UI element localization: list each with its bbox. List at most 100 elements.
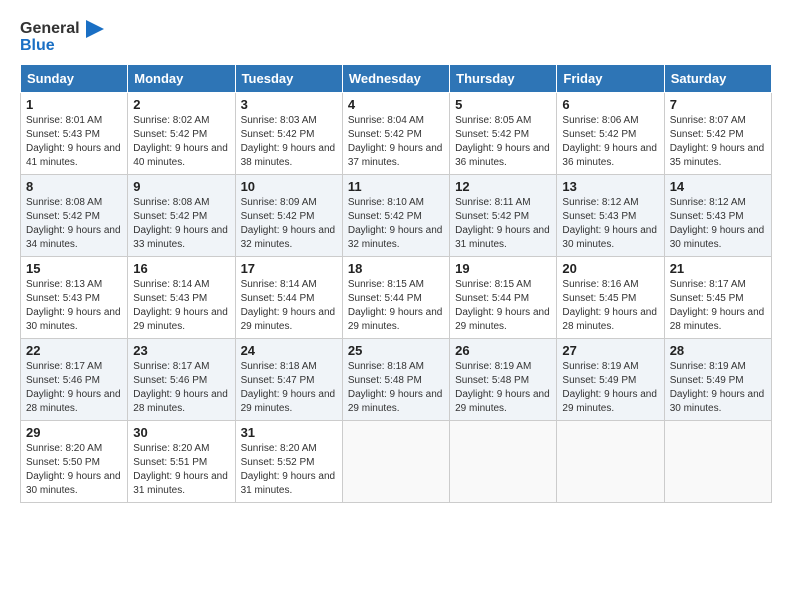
day-number: 19 bbox=[455, 261, 551, 276]
calendar-cell: 6 Sunrise: 8:06 AM Sunset: 5:42 PM Dayli… bbox=[557, 93, 664, 175]
calendar-week-row: 22 Sunrise: 8:17 AM Sunset: 5:46 PM Dayl… bbox=[21, 339, 772, 421]
day-number: 15 bbox=[26, 261, 122, 276]
calendar-week-row: 29 Sunrise: 8:20 AM Sunset: 5:50 PM Dayl… bbox=[21, 421, 772, 503]
day-number: 5 bbox=[455, 97, 551, 112]
calendar-cell: 7 Sunrise: 8:07 AM Sunset: 5:42 PM Dayli… bbox=[664, 93, 771, 175]
day-number: 7 bbox=[670, 97, 766, 112]
day-info: Sunrise: 8:10 AM Sunset: 5:42 PM Dayligh… bbox=[348, 196, 444, 252]
calendar-cell: 13 Sunrise: 8:12 AM Sunset: 5:43 PM Dayl… bbox=[557, 175, 664, 257]
calendar-cell: 29 Sunrise: 8:20 AM Sunset: 5:50 PM Dayl… bbox=[21, 421, 128, 503]
day-info: Sunrise: 8:16 AM Sunset: 5:45 PM Dayligh… bbox=[562, 278, 658, 334]
day-info: Sunrise: 8:17 AM Sunset: 5:45 PM Dayligh… bbox=[670, 278, 766, 334]
calendar-cell bbox=[342, 421, 449, 503]
day-number: 30 bbox=[133, 425, 229, 440]
page-header: General Blue bbox=[20, 20, 772, 54]
day-info: Sunrise: 8:14 AM Sunset: 5:43 PM Dayligh… bbox=[133, 278, 229, 334]
calendar-cell: 1 Sunrise: 8:01 AM Sunset: 5:43 PM Dayli… bbox=[21, 93, 128, 175]
calendar-cell bbox=[557, 421, 664, 503]
day-number: 17 bbox=[241, 261, 337, 276]
day-info: Sunrise: 8:19 AM Sunset: 5:49 PM Dayligh… bbox=[562, 360, 658, 416]
calendar-cell: 19 Sunrise: 8:15 AM Sunset: 5:44 PM Dayl… bbox=[450, 257, 557, 339]
calendar-cell: 20 Sunrise: 8:16 AM Sunset: 5:45 PM Dayl… bbox=[557, 257, 664, 339]
calendar-cell: 14 Sunrise: 8:12 AM Sunset: 5:43 PM Dayl… bbox=[664, 175, 771, 257]
day-info: Sunrise: 8:14 AM Sunset: 5:44 PM Dayligh… bbox=[241, 278, 337, 334]
day-number: 8 bbox=[26, 179, 122, 194]
day-info: Sunrise: 8:19 AM Sunset: 5:49 PM Dayligh… bbox=[670, 360, 766, 416]
calendar-cell bbox=[450, 421, 557, 503]
calendar-cell: 17 Sunrise: 8:14 AM Sunset: 5:44 PM Dayl… bbox=[235, 257, 342, 339]
day-info: Sunrise: 8:06 AM Sunset: 5:42 PM Dayligh… bbox=[562, 114, 658, 170]
day-number: 28 bbox=[670, 343, 766, 358]
day-number: 14 bbox=[670, 179, 766, 194]
calendar-cell: 28 Sunrise: 8:19 AM Sunset: 5:49 PM Dayl… bbox=[664, 339, 771, 421]
day-info: Sunrise: 8:12 AM Sunset: 5:43 PM Dayligh… bbox=[562, 196, 658, 252]
logo-arrow-icon bbox=[86, 20, 104, 38]
day-number: 31 bbox=[241, 425, 337, 440]
calendar-cell: 16 Sunrise: 8:14 AM Sunset: 5:43 PM Dayl… bbox=[128, 257, 235, 339]
calendar-cell: 11 Sunrise: 8:10 AM Sunset: 5:42 PM Dayl… bbox=[342, 175, 449, 257]
day-number: 3 bbox=[241, 97, 337, 112]
day-info: Sunrise: 8:12 AM Sunset: 5:43 PM Dayligh… bbox=[670, 196, 766, 252]
day-number: 12 bbox=[455, 179, 551, 194]
calendar-week-row: 8 Sunrise: 8:08 AM Sunset: 5:42 PM Dayli… bbox=[21, 175, 772, 257]
day-number: 16 bbox=[133, 261, 229, 276]
header-friday: Friday bbox=[557, 65, 664, 93]
day-info: Sunrise: 8:11 AM Sunset: 5:42 PM Dayligh… bbox=[455, 196, 551, 252]
day-info: Sunrise: 8:13 AM Sunset: 5:43 PM Dayligh… bbox=[26, 278, 122, 334]
day-number: 13 bbox=[562, 179, 658, 194]
day-info: Sunrise: 8:08 AM Sunset: 5:42 PM Dayligh… bbox=[26, 196, 122, 252]
day-number: 6 bbox=[562, 97, 658, 112]
day-number: 26 bbox=[455, 343, 551, 358]
calendar-cell: 31 Sunrise: 8:20 AM Sunset: 5:52 PM Dayl… bbox=[235, 421, 342, 503]
day-number: 9 bbox=[133, 179, 229, 194]
calendar-cell: 24 Sunrise: 8:18 AM Sunset: 5:47 PM Dayl… bbox=[235, 339, 342, 421]
logo-general-text: General Blue bbox=[20, 20, 104, 54]
day-info: Sunrise: 8:15 AM Sunset: 5:44 PM Dayligh… bbox=[455, 278, 551, 334]
day-number: 2 bbox=[133, 97, 229, 112]
weekday-header-row: Sunday Monday Tuesday Wednesday Thursday… bbox=[21, 65, 772, 93]
calendar-cell: 10 Sunrise: 8:09 AM Sunset: 5:42 PM Dayl… bbox=[235, 175, 342, 257]
calendar-cell: 26 Sunrise: 8:19 AM Sunset: 5:48 PM Dayl… bbox=[450, 339, 557, 421]
day-info: Sunrise: 8:20 AM Sunset: 5:50 PM Dayligh… bbox=[26, 442, 122, 498]
day-info: Sunrise: 8:15 AM Sunset: 5:44 PM Dayligh… bbox=[348, 278, 444, 334]
day-number: 1 bbox=[26, 97, 122, 112]
calendar-cell: 25 Sunrise: 8:18 AM Sunset: 5:48 PM Dayl… bbox=[342, 339, 449, 421]
day-info: Sunrise: 8:19 AM Sunset: 5:48 PM Dayligh… bbox=[455, 360, 551, 416]
calendar-week-row: 1 Sunrise: 8:01 AM Sunset: 5:43 PM Dayli… bbox=[21, 93, 772, 175]
header-wednesday: Wednesday bbox=[342, 65, 449, 93]
day-number: 4 bbox=[348, 97, 444, 112]
calendar-cell: 2 Sunrise: 8:02 AM Sunset: 5:42 PM Dayli… bbox=[128, 93, 235, 175]
calendar-cell: 18 Sunrise: 8:15 AM Sunset: 5:44 PM Dayl… bbox=[342, 257, 449, 339]
calendar-cell: 4 Sunrise: 8:04 AM Sunset: 5:42 PM Dayli… bbox=[342, 93, 449, 175]
calendar-cell: 5 Sunrise: 8:05 AM Sunset: 5:42 PM Dayli… bbox=[450, 93, 557, 175]
day-info: Sunrise: 8:18 AM Sunset: 5:48 PM Dayligh… bbox=[348, 360, 444, 416]
day-info: Sunrise: 8:02 AM Sunset: 5:42 PM Dayligh… bbox=[133, 114, 229, 170]
day-number: 10 bbox=[241, 179, 337, 194]
day-info: Sunrise: 8:04 AM Sunset: 5:42 PM Dayligh… bbox=[348, 114, 444, 170]
day-info: Sunrise: 8:07 AM Sunset: 5:42 PM Dayligh… bbox=[670, 114, 766, 170]
day-number: 23 bbox=[133, 343, 229, 358]
day-number: 21 bbox=[670, 261, 766, 276]
calendar-cell: 12 Sunrise: 8:11 AM Sunset: 5:42 PM Dayl… bbox=[450, 175, 557, 257]
day-number: 22 bbox=[26, 343, 122, 358]
calendar-cell: 27 Sunrise: 8:19 AM Sunset: 5:49 PM Dayl… bbox=[557, 339, 664, 421]
day-info: Sunrise: 8:09 AM Sunset: 5:42 PM Dayligh… bbox=[241, 196, 337, 252]
calendar-week-row: 15 Sunrise: 8:13 AM Sunset: 5:43 PM Dayl… bbox=[21, 257, 772, 339]
calendar-cell: 15 Sunrise: 8:13 AM Sunset: 5:43 PM Dayl… bbox=[21, 257, 128, 339]
calendar-cell: 23 Sunrise: 8:17 AM Sunset: 5:46 PM Dayl… bbox=[128, 339, 235, 421]
calendar-cell bbox=[664, 421, 771, 503]
day-info: Sunrise: 8:20 AM Sunset: 5:51 PM Dayligh… bbox=[133, 442, 229, 498]
day-number: 20 bbox=[562, 261, 658, 276]
calendar-cell: 22 Sunrise: 8:17 AM Sunset: 5:46 PM Dayl… bbox=[21, 339, 128, 421]
day-info: Sunrise: 8:03 AM Sunset: 5:42 PM Dayligh… bbox=[241, 114, 337, 170]
day-number: 27 bbox=[562, 343, 658, 358]
header-monday: Monday bbox=[128, 65, 235, 93]
calendar-cell: 3 Sunrise: 8:03 AM Sunset: 5:42 PM Dayli… bbox=[235, 93, 342, 175]
header-thursday: Thursday bbox=[450, 65, 557, 93]
day-number: 18 bbox=[348, 261, 444, 276]
day-number: 24 bbox=[241, 343, 337, 358]
day-number: 11 bbox=[348, 179, 444, 194]
day-info: Sunrise: 8:08 AM Sunset: 5:42 PM Dayligh… bbox=[133, 196, 229, 252]
day-info: Sunrise: 8:17 AM Sunset: 5:46 PM Dayligh… bbox=[26, 360, 122, 416]
day-info: Sunrise: 8:18 AM Sunset: 5:47 PM Dayligh… bbox=[241, 360, 337, 416]
